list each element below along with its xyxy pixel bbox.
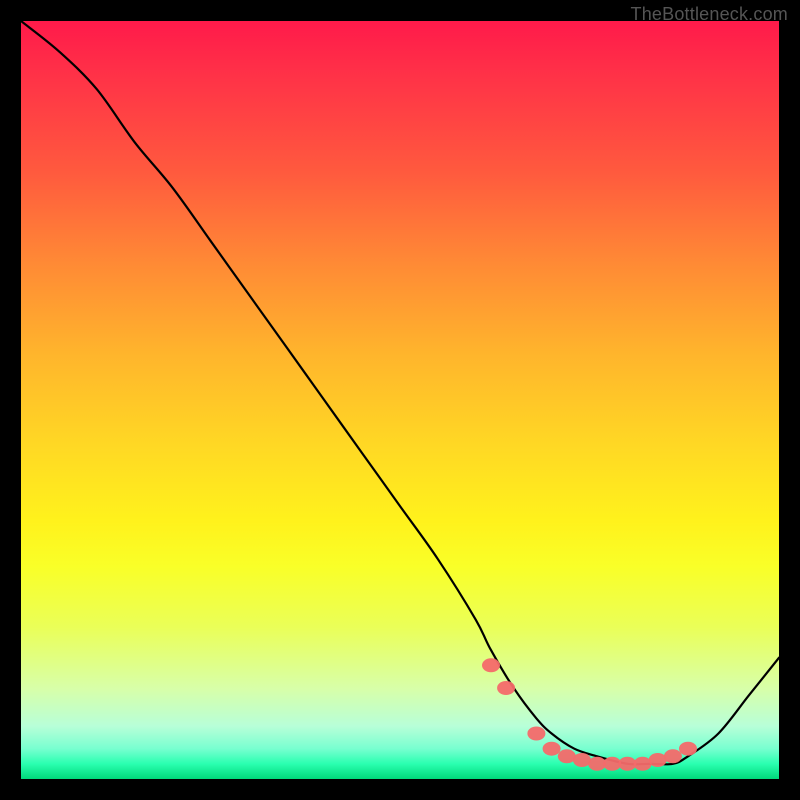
highlight-dot (679, 742, 697, 756)
watermark-text: TheBottleneck.com (631, 4, 788, 25)
highlight-dot (527, 727, 545, 741)
chart-plot-area (21, 21, 779, 779)
bottleneck-curve-line (21, 21, 779, 764)
highlight-dot (664, 749, 682, 763)
highlight-dot (543, 742, 561, 756)
highlight-dot (482, 658, 500, 672)
highlight-dot (497, 681, 515, 695)
highlight-dot (649, 753, 667, 767)
highlight-dot (573, 753, 591, 767)
chart-svg (21, 21, 779, 779)
